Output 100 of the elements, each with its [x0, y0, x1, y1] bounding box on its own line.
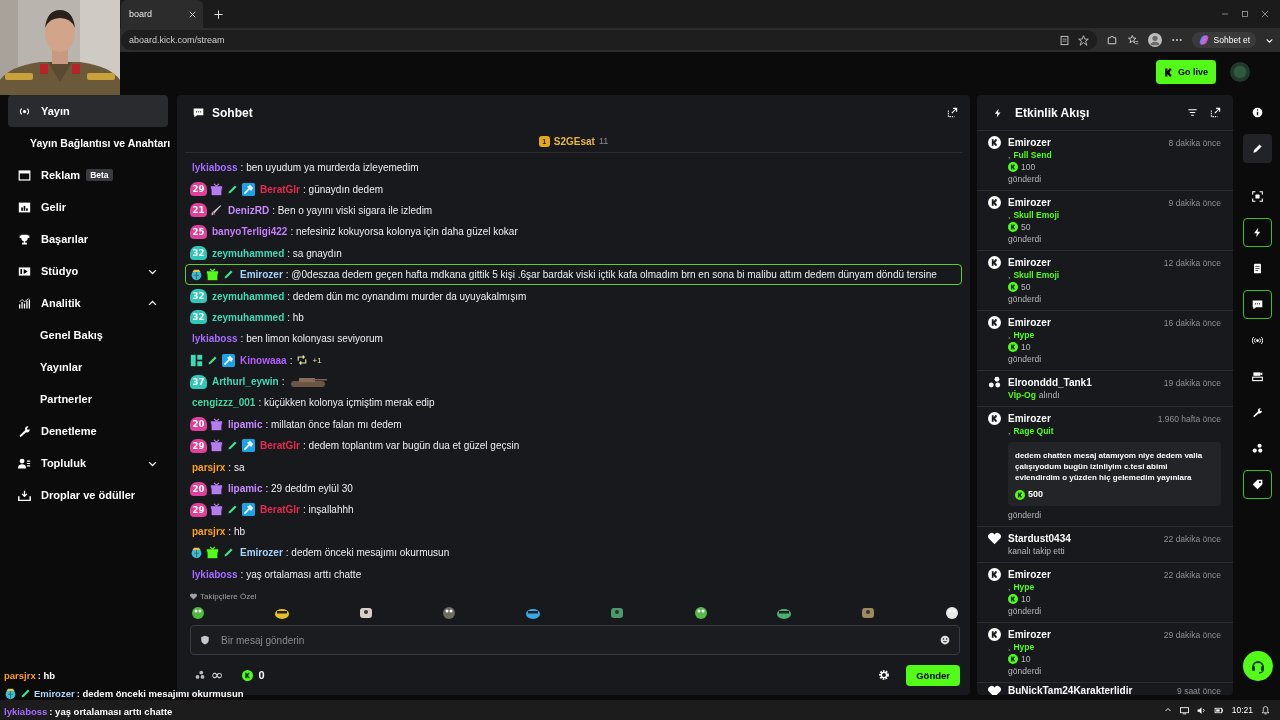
- username[interactable]: Emirozer: [1008, 257, 1051, 268]
- emote-icon[interactable]: [692, 604, 709, 620]
- username[interactable]: lipamic: [228, 483, 263, 495]
- event-action: gönderdi: [1008, 510, 1042, 520]
- username[interactable]: parsjrx: [192, 525, 226, 537]
- username[interactable]: parsjrx: [192, 461, 226, 473]
- username[interactable]: Stardust0434: [1008, 533, 1071, 544]
- wrench-icon[interactable]: [1252, 407, 1263, 418]
- username[interactable]: BeratGlr: [260, 183, 300, 195]
- favorites-icon[interactable]: [1126, 34, 1139, 46]
- sidebar-item[interactable]: Yayın Bağlantısı ve Anahtarı: [8, 127, 168, 159]
- emote-icon[interactable]: [441, 604, 458, 620]
- bolt-icon[interactable]: [1252, 227, 1263, 238]
- subscriber-badge: 20: [190, 417, 207, 432]
- avatar-icon[interactable]: [1230, 62, 1250, 82]
- extensions-icon[interactable]: [1105, 34, 1118, 46]
- tag-button[interactable]: [1243, 470, 1272, 499]
- amount: 50: [1021, 282, 1031, 292]
- username[interactable]: Emirozer: [1008, 413, 1051, 424]
- screen-capture-icon[interactable]: [1252, 191, 1263, 202]
- popout-icon[interactable]: [947, 107, 958, 118]
- username[interactable]: banyoTerligi422: [212, 226, 288, 238]
- volume-icon[interactable]: [1196, 705, 1206, 715]
- document-icon[interactable]: [1252, 263, 1263, 274]
- sidebar-item[interactable]: Denetleme: [8, 415, 168, 447]
- username[interactable]: Emirozer: [1008, 569, 1051, 580]
- username[interactable]: zeymuhammed: [212, 290, 285, 302]
- new-tab-icon[interactable]: [213, 8, 224, 20]
- star-icon[interactable]: [1077, 34, 1089, 46]
- filter-icon[interactable]: [1187, 107, 1198, 118]
- emote-icon[interactable]: [190, 604, 206, 620]
- browser-tab[interactable]: board: [121, 0, 203, 28]
- username[interactable]: S2GEsat: [553, 135, 595, 147]
- username[interactable]: Arthurl_eywin: [212, 376, 279, 388]
- username[interactable]: DenizRD: [228, 204, 270, 216]
- support-button[interactable]: [1242, 651, 1273, 681]
- username[interactable]: lykiaboss: [192, 568, 238, 580]
- username[interactable]: BeratGlr: [260, 440, 300, 452]
- bolt-button[interactable]: [1243, 218, 1272, 247]
- emoji-icon[interactable]: [940, 635, 950, 645]
- send-button[interactable]: Gönder: [906, 664, 960, 686]
- username[interactable]: lykiaboss: [192, 333, 238, 345]
- revenue-icon: [18, 200, 31, 214]
- sidebar-item[interactable]: Partnerler: [8, 383, 168, 415]
- settings-icon[interactable]: [878, 669, 891, 681]
- sidebar-item[interactable]: Yayın: [8, 95, 168, 127]
- username[interactable]: Emirozer: [240, 547, 283, 559]
- username[interactable]: lykiaboss: [192, 162, 238, 174]
- sidebar-item[interactable]: Droplar ve ödüller: [8, 479, 168, 511]
- notification-icon[interactable]: [1261, 705, 1270, 715]
- emote-icon[interactable]: [943, 604, 960, 620]
- username[interactable]: Emirozer: [1008, 197, 1051, 208]
- copilot-button[interactable]: Sohbet et: [1191, 32, 1256, 48]
- sidebar-item[interactable]: Analitik: [8, 287, 168, 319]
- username[interactable]: zeymuhammed: [212, 247, 285, 259]
- username[interactable]: Emirozer: [1008, 629, 1051, 640]
- camera-icon[interactable]: [1252, 371, 1263, 382]
- battery-icon[interactable]: [1213, 705, 1224, 715]
- event-action: gönderdi: [1008, 606, 1042, 616]
- chat-button[interactable]: [1243, 290, 1272, 319]
- message-text: : hb: [287, 311, 304, 323]
- username[interactable]: zeymuhammed: [212, 311, 285, 323]
- username[interactable]: lipamic: [228, 418, 263, 430]
- chat-icon[interactable]: [1252, 299, 1263, 310]
- username[interactable]: BuNickTam24Karakterlidir: [1008, 685, 1133, 695]
- gift-name: Hype: [1013, 330, 1035, 340]
- pen-icon: [226, 439, 239, 453]
- network-icon[interactable]: [1179, 705, 1189, 715]
- username[interactable]: Elroonddd_Tank1: [1008, 377, 1092, 388]
- username[interactable]: Emirozer: [1008, 137, 1051, 148]
- gift-name: Hype: [1013, 582, 1035, 592]
- dots-icon[interactable]: [1252, 443, 1263, 454]
- restore-icon[interactable]: [1240, 9, 1250, 19]
- username[interactable]: cengizzz_001: [192, 397, 256, 409]
- sidebar-item[interactable]: Yayınlar: [8, 351, 168, 383]
- message-input[interactable]: Bir mesaj gönderin: [190, 625, 960, 655]
- sidebar-item[interactable]: Genel Bakış: [8, 319, 168, 351]
- gift-name: Skull Emoji: [1013, 210, 1060, 220]
- sidebar-item[interactable]: Başarılar: [8, 223, 168, 255]
- clock-time[interactable]: 10:21: [1231, 705, 1253, 715]
- popout-icon[interactable]: [1210, 107, 1221, 118]
- info-icon[interactable]: [1252, 107, 1263, 118]
- pencil-button[interactable]: [1243, 134, 1272, 163]
- sidebar-item[interactable]: Stüdyo: [8, 255, 168, 287]
- message-text: : millatan önce falan mı dedem: [265, 418, 402, 430]
- go-live-button[interactable]: Go live: [1156, 60, 1216, 84]
- username[interactable]: Emirozer: [1008, 317, 1051, 328]
- broadcast-icon[interactable]: [1252, 335, 1263, 346]
- username[interactable]: Kinowaaa: [240, 354, 287, 366]
- reader-icon[interactable]: [1058, 34, 1070, 46]
- sidebar-item[interactable]: Reklam Beta: [8, 159, 168, 191]
- address-bar[interactable]: aboard.kick.com/stream: [121, 30, 1097, 50]
- profile-icon[interactable]: [1147, 33, 1162, 47]
- username[interactable]: Emirozer: [240, 269, 283, 281]
- sidebar-item[interactable]: Gelir: [8, 191, 168, 223]
- close-icon[interactable]: [1260, 9, 1270, 19]
- tag-icon[interactable]: [1252, 479, 1263, 490]
- username[interactable]: BeratGlr: [260, 504, 300, 516]
- sidebar-item[interactable]: Topluluk: [8, 447, 168, 479]
- pencil-icon[interactable]: [1252, 143, 1263, 154]
